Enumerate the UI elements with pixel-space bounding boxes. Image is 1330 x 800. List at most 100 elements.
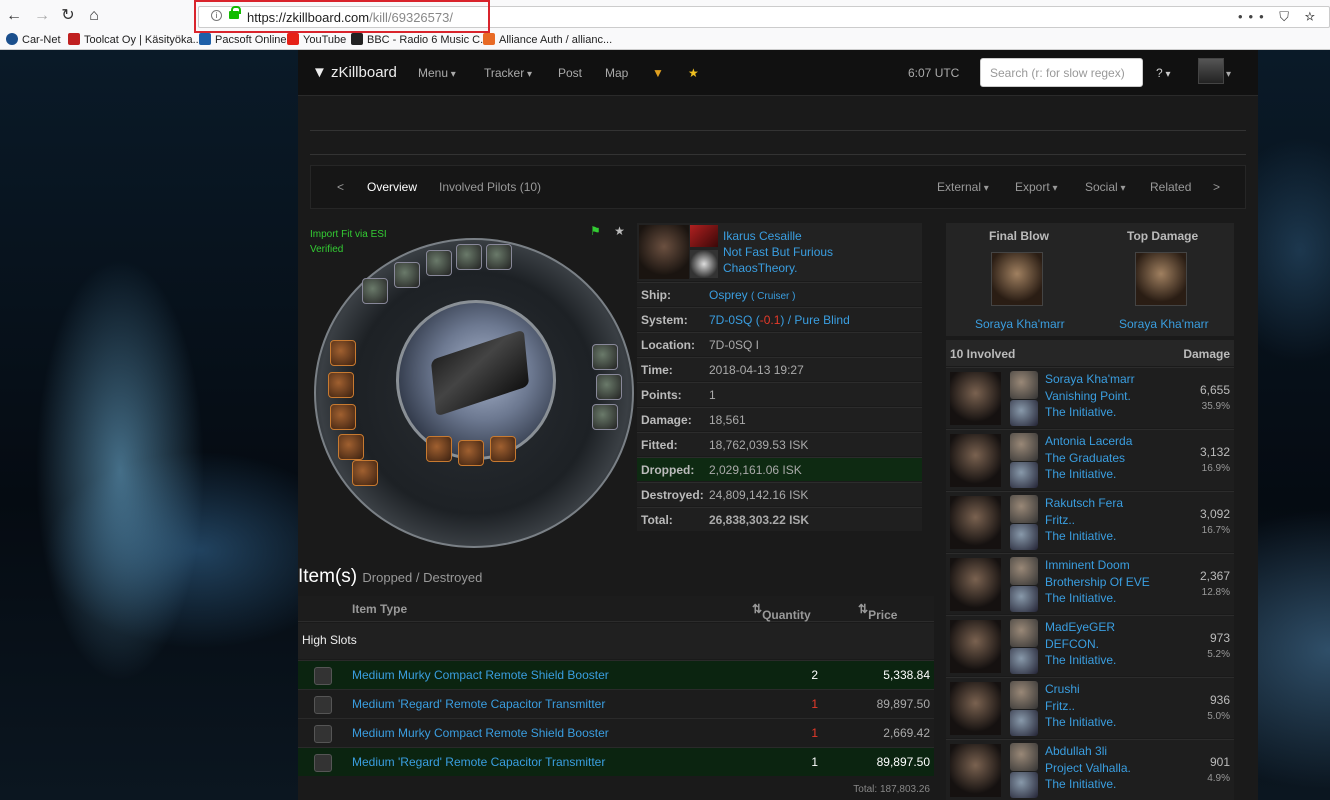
victim-corp[interactable]: Not Fast But Furious (723, 244, 833, 260)
victim-name[interactable]: Ikarus Cesaille (723, 228, 802, 244)
search-input[interactable] (980, 58, 1143, 87)
reload-icon[interactable]: ↻ (58, 6, 78, 26)
favorite-star-icon[interactable]: ★ (614, 224, 625, 238)
weapon-icon[interactable] (1010, 400, 1038, 426)
attacker-portrait[interactable] (950, 372, 1001, 425)
ship-link[interactable]: Osprey (709, 288, 748, 302)
user-menu-caret[interactable] (1226, 66, 1231, 80)
tab-involved[interactable]: Involved Pilots (10) (439, 180, 541, 194)
attacker-portrait[interactable] (950, 558, 1001, 611)
cap-transmitter-icon[interactable] (314, 754, 332, 772)
shield-booster-icon[interactable] (314, 725, 332, 743)
rig-slot-module[interactable] (426, 436, 452, 462)
attacker-portrait[interactable] (950, 434, 1001, 487)
back-icon[interactable]: ← (4, 6, 24, 26)
attacker-portrait[interactable] (950, 744, 1001, 797)
bookmark-youtube[interactable]: YouTube (287, 33, 346, 46)
tab-external[interactable]: External (937, 180, 989, 194)
nav-post[interactable]: Post (558, 66, 582, 80)
high-slot-module[interactable] (394, 262, 420, 288)
brand-logo[interactable]: ▼ zKillboard (312, 64, 397, 81)
high-slot-module[interactable] (456, 244, 482, 270)
tab-overview[interactable]: Overview (367, 180, 417, 194)
next-kill-link[interactable]: > (1213, 180, 1220, 194)
tab-related[interactable]: Related (1150, 180, 1191, 194)
weapon-icon[interactable] (1010, 586, 1038, 612)
bookmark-toolcat[interactable]: Toolcat Oy | Käsityökа... (68, 33, 202, 46)
help-menu[interactable]: ? (1156, 66, 1171, 80)
mid-slot-module[interactable] (328, 372, 354, 398)
browser-actions[interactable]: ••• ⛉ ☆ (1238, 9, 1321, 25)
attacker-portrait[interactable] (950, 496, 1001, 549)
high-slot-module[interactable] (486, 244, 512, 270)
ship-icon[interactable] (1010, 619, 1038, 647)
ship-icon[interactable] (1010, 495, 1038, 523)
location-link[interactable]: 7D-0SQ I (709, 338, 759, 352)
system-link[interactable]: 7D-0SQ (709, 313, 752, 327)
weapon-icon[interactable] (1010, 648, 1038, 674)
victim-portrait[interactable] (639, 225, 689, 279)
low-slot-module[interactable] (596, 374, 622, 400)
home-icon[interactable]: ⌂ (84, 6, 104, 26)
ship-icon[interactable] (1010, 557, 1038, 585)
toolcat-icon (68, 33, 80, 45)
col-price[interactable]: ⇅ Price (ISK) (858, 602, 897, 636)
nav-tracker[interactable]: Tracker (484, 66, 532, 80)
low-slot-module[interactable] (592, 344, 618, 370)
top-damage-portrait[interactable] (1135, 252, 1187, 306)
mid-slot-module[interactable] (330, 404, 356, 430)
weapon-icon[interactable] (1010, 710, 1038, 736)
attacker-row: Rakutsch Fera Fritz.. The Initiative. 3,092… (946, 491, 1234, 552)
bookmark-carnet[interactable]: Car-Net (6, 33, 61, 46)
attacker-row: Soraya Kha'marr Vanishing Point. The Initi… (946, 367, 1234, 428)
col-quantity[interactable]: ⇅ Quantity (752, 602, 811, 622)
alliance-logo[interactable] (690, 250, 718, 278)
high-slot-module[interactable] (426, 250, 452, 276)
row-points: Points: 1 (637, 382, 922, 406)
ship-icon[interactable] (1010, 371, 1038, 399)
rig-slot-module[interactable] (490, 436, 516, 462)
bookmark-bbc[interactable]: BBC - Radio 6 Music C... (351, 33, 489, 46)
bookmark-alliance-auth[interactable]: Alliance Auth / allianc... (483, 33, 612, 46)
corp-logo[interactable] (690, 225, 718, 247)
tab-social[interactable]: Social (1085, 180, 1126, 194)
ship-icon[interactable] (1010, 433, 1038, 461)
tab-export[interactable]: Export (1015, 180, 1058, 194)
row-total: Total: 26,838,303.22 ISK (637, 507, 922, 531)
mid-slot-module[interactable] (352, 460, 378, 486)
bbc-icon (351, 33, 363, 45)
shield-booster-icon[interactable] (314, 667, 332, 685)
rig-slot-module[interactable] (458, 440, 484, 466)
final-blow-name[interactable]: Soraya Kha'marr (975, 317, 1065, 331)
divider (310, 154, 1246, 155)
nav-menu[interactable]: Menu (418, 66, 456, 80)
items-title: Item(s) Dropped / Destroyed (298, 566, 483, 587)
ship-icon[interactable] (1010, 743, 1038, 771)
forward-icon[interactable]: → (32, 6, 52, 26)
megaphone-icon[interactable]: ⚑ (590, 224, 601, 238)
cap-transmitter-icon[interactable] (314, 696, 332, 714)
prev-kill-link[interactable]: < (337, 180, 344, 194)
star-icon[interactable]: ★ (688, 66, 699, 80)
victim-alliance[interactable]: ChaosTheory. (723, 260, 797, 276)
nav-map[interactable]: Map (605, 66, 628, 80)
mid-slot-module[interactable] (330, 340, 356, 366)
high-slot-module[interactable] (362, 278, 388, 304)
weapon-icon[interactable] (1010, 772, 1038, 798)
region-link[interactable]: Pure Blind (794, 313, 849, 327)
user-avatar[interactable] (1198, 58, 1224, 84)
col-item-type[interactable]: Item Type (352, 602, 407, 616)
bookmark-pacsoft[interactable]: Pacsoft Online (199, 33, 287, 46)
final-blow-portrait[interactable] (991, 252, 1043, 306)
killmail-icon[interactable]: ▼ (652, 66, 664, 80)
attacker-portrait[interactable] (950, 682, 1001, 735)
import-fit-link[interactable]: Import Fit via ESI (310, 227, 387, 242)
mid-slot-module[interactable] (338, 434, 364, 460)
zkillboard-page: ▼ zKillboard Menu Tracker Post Map ▼ ★ 6… (298, 50, 1258, 800)
weapon-icon[interactable] (1010, 524, 1038, 550)
top-damage-name[interactable]: Soraya Kha'marr (1119, 317, 1209, 331)
attacker-portrait[interactable] (950, 620, 1001, 673)
weapon-icon[interactable] (1010, 462, 1038, 488)
ship-icon[interactable] (1010, 681, 1038, 709)
low-slot-module[interactable] (592, 404, 618, 430)
